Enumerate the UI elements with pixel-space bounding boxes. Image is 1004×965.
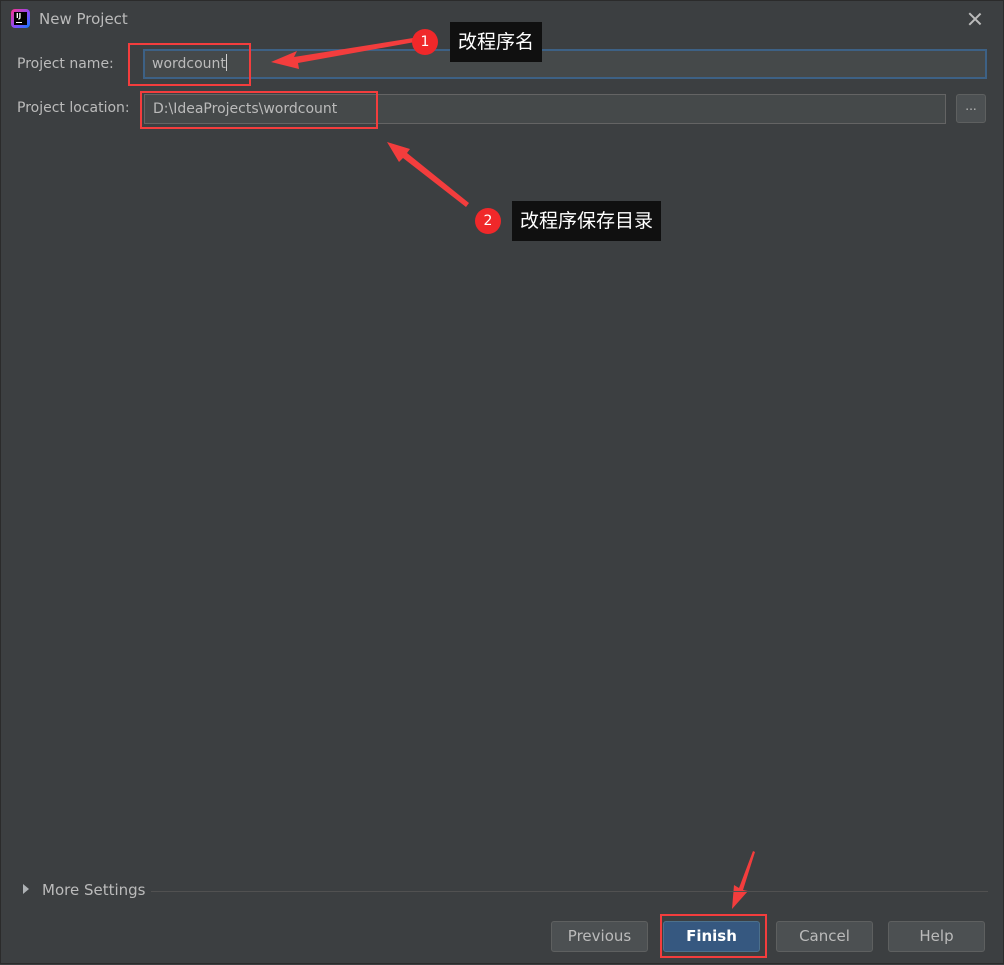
expand-triangle-icon[interactable]	[23, 884, 29, 894]
arrow-to-finish	[732, 851, 755, 909]
new-project-dialog: IJ New Project Project name: wordcount P…	[0, 0, 1004, 964]
annotation-callout-2: 改程序保存目录	[512, 201, 662, 241]
more-settings-toggle[interactable]: More Settings	[42, 881, 145, 899]
arrow-to-location	[387, 142, 469, 207]
finish-button[interactable]: Finish	[663, 921, 760, 952]
annotation-callout-1: 改程序名	[450, 22, 543, 62]
annotation-badge-2: 2	[475, 208, 501, 234]
previous-button[interactable]: Previous	[551, 921, 648, 952]
arrow-to-name	[271, 38, 415, 69]
cancel-button[interactable]: Cancel	[776, 921, 873, 952]
settings-separator	[151, 891, 988, 892]
help-button[interactable]: Help	[888, 921, 985, 952]
annotation-badge-1: 1	[412, 29, 438, 55]
annotation-arrows	[271, 38, 755, 909]
